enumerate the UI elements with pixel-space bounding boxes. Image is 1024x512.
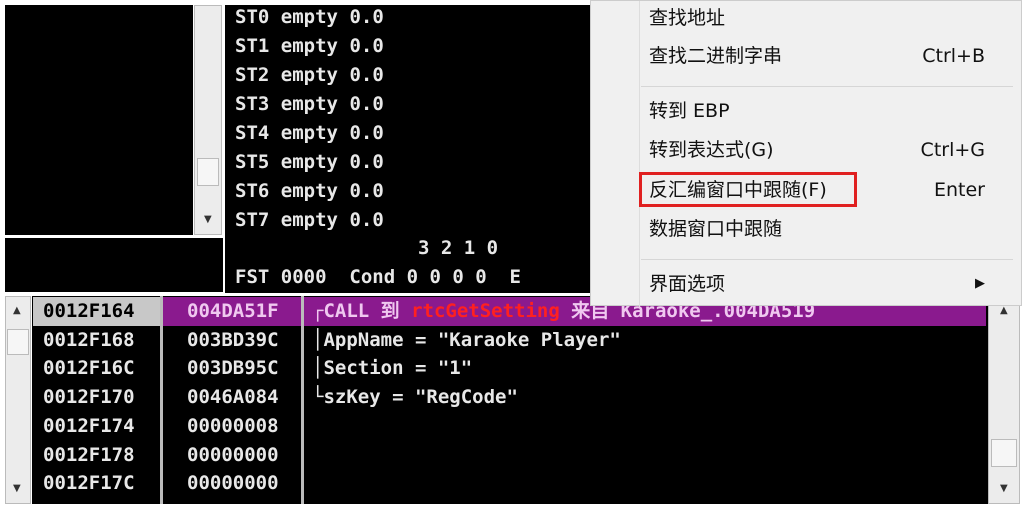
stack-comment[interactable]: └szKey = "RegCode" — [304, 383, 986, 412]
fpu-st4: ST4 empty 0.0 — [235, 122, 384, 144]
stack-value[interactable]: 00000008 — [163, 412, 301, 441]
fpu-st3: ST3 empty 0.0 — [235, 93, 384, 115]
fpu-st0: ST0 empty 0.0 — [235, 6, 384, 28]
scroll-down-arrow-icon[interactable]: ▼ — [204, 214, 212, 225]
stack-comment[interactable]: │AppName = "Karaoke Player" — [304, 326, 986, 355]
stack-right-scrollbar[interactable]: ▲ ▼ — [988, 296, 1020, 504]
stack-value[interactable]: 004DA51F — [163, 297, 301, 326]
menu-separator — [641, 259, 1013, 260]
stack-left-scrollbar[interactable]: ▲ ▼ — [5, 296, 31, 504]
fpu-register-pane: ST0 empty 0.0 ST1 empty 0.0 ST2 empty 0.… — [225, 5, 595, 293]
stack-value[interactable]: 003DB95C — [163, 354, 301, 383]
function-name: rtcGetSetting — [411, 300, 560, 322]
stack-address[interactable]: 0012F16C — [33, 354, 160, 383]
stack-address[interactable]: 0012F174 — [33, 412, 160, 441]
stack-value[interactable]: 003BD39C — [163, 326, 301, 355]
fpu-st7: ST7 empty 0.0 — [235, 209, 384, 231]
stack-comment[interactable]: │Section = "1" — [304, 354, 986, 383]
fpu-st2: ST2 empty 0.0 — [235, 64, 384, 86]
stack-address[interactable]: 0012F168 — [33, 326, 160, 355]
fpu-st6: ST6 empty 0.0 — [235, 180, 384, 202]
fpu-st1: ST1 empty 0.0 — [235, 35, 384, 57]
stack-value[interactable]: 00000000 — [163, 441, 301, 470]
stack-address[interactable]: 0012F17C — [33, 469, 160, 498]
menu-separator — [641, 86, 1013, 87]
fpu-status-line: FST 0000 Cond 0 0 0 0 E — [235, 266, 521, 288]
scrollbar-thumb[interactable] — [197, 158, 219, 186]
stack-value[interactable]: 00000000 — [163, 469, 301, 498]
scroll-up-arrow-icon[interactable]: ▲ — [1000, 305, 1008, 316]
scrollbar-thumb[interactable] — [7, 329, 29, 355]
stack-address[interactable]: 0012F170 — [33, 383, 160, 412]
scroll-down-arrow-icon[interactable]: ▼ — [1000, 483, 1008, 494]
context-menu: 查找地址 查找二进制字串 Ctrl+B 转到 EBP 转到表达式(G) Ctrl+G… — [590, 0, 1022, 307]
scroll-down-arrow-icon[interactable]: ▼ — [13, 483, 21, 494]
highlight-box — [639, 172, 857, 207]
scrollbar-thumb[interactable] — [991, 439, 1017, 467]
stack-comment[interactable] — [304, 441, 986, 470]
menu-item-find-address[interactable]: 查找地址 — [649, 1, 985, 35]
stack-address[interactable]: 0012F178 — [33, 441, 160, 470]
menu-item-find-binary-string[interactable]: 查找二进制字串 Ctrl+B — [649, 39, 985, 73]
stack-address[interactable]: 0012F164 — [33, 297, 160, 326]
stack-comment[interactable] — [304, 469, 986, 498]
left-pane-scrollbar[interactable]: ▼ — [194, 5, 222, 235]
menu-item-goto-ebp[interactable]: 转到 EBP — [649, 94, 985, 128]
left-lower-pane — [5, 238, 223, 292]
menu-item-follow-in-dump[interactable]: 数据窗口中跟随 — [649, 212, 985, 246]
stack-comment[interactable] — [304, 412, 986, 441]
submenu-arrow-icon: ▶ — [975, 276, 985, 291]
fpu-st5: ST5 empty 0.0 — [235, 151, 384, 173]
menu-item-interface-options[interactable]: 界面选项 ▶ — [649, 267, 985, 301]
scroll-up-arrow-icon[interactable]: ▲ — [13, 305, 21, 316]
left-pane — [5, 5, 193, 235]
fpu-bit-header: 3 2 1 0 — [235, 237, 499, 259]
stack-value[interactable]: 0046A084 — [163, 383, 301, 412]
menu-item-goto-expression[interactable]: 转到表达式(G) Ctrl+G — [649, 133, 985, 167]
